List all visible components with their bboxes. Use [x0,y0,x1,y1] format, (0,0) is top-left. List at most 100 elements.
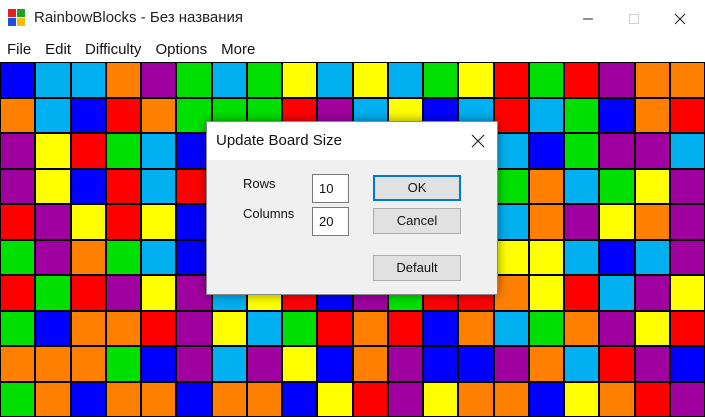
board-cell[interactable] [176,311,212,346]
board-cell[interactable] [71,275,106,311]
board-cell[interactable] [106,133,141,169]
board-cell[interactable] [35,98,71,133]
board-cell[interactable] [141,275,176,311]
ok-button[interactable]: OK [373,175,461,201]
board-cell[interactable] [670,346,705,382]
board-cell[interactable] [141,98,176,133]
board-cell[interactable] [423,311,458,346]
board-cell[interactable] [529,169,564,204]
board-cell[interactable] [599,204,635,240]
board-cell[interactable] [564,275,599,311]
board-cell[interactable] [388,62,423,98]
board-cell[interactable] [0,382,35,417]
board-cell[interactable] [282,346,317,382]
board-cell[interactable] [317,62,353,98]
board-cell[interactable] [635,62,670,98]
board-cell[interactable] [0,98,35,133]
board-cell[interactable] [71,346,106,382]
board-cell[interactable] [458,346,494,382]
board-cell[interactable] [35,169,71,204]
board-cell[interactable] [212,382,247,417]
board-cell[interactable] [141,133,176,169]
board-cell[interactable] [670,133,705,169]
board-cell[interactable] [494,275,529,311]
board-cell[interactable] [388,382,423,417]
board-cell[interactable] [494,62,529,98]
menu-edit[interactable]: Edit [38,37,78,62]
board-cell[interactable] [71,204,106,240]
board-cell[interactable] [564,133,599,169]
board-cell[interactable] [71,382,106,417]
board-cell[interactable] [423,382,458,417]
rainbow-blocks-app-icon[interactable] [8,9,26,27]
board-cell[interactable] [71,311,106,346]
board-cell[interactable] [635,169,670,204]
board-cell[interactable] [247,62,282,98]
board-cell[interactable] [635,275,670,311]
board-cell[interactable] [282,62,317,98]
board-cell[interactable] [564,169,599,204]
default-button[interactable]: Default [373,255,461,281]
board-cell[interactable] [599,98,635,133]
board-cell[interactable] [71,240,106,275]
board-cell[interactable] [599,62,635,98]
board-cell[interactable] [106,275,141,311]
board-cell[interactable] [0,346,35,382]
board-cell[interactable] [388,311,423,346]
menu-difficulty[interactable]: Difficulty [78,37,148,62]
board-cell[interactable] [106,311,141,346]
board-cell[interactable] [494,346,529,382]
board-cell[interactable] [458,311,494,346]
board-cell[interactable] [35,133,71,169]
board-cell[interactable] [212,346,247,382]
board-cell[interactable] [141,382,176,417]
rows-input[interactable]: 10 [312,174,349,203]
board-cell[interactable] [35,382,71,417]
board-cell[interactable] [529,382,564,417]
board-cell[interactable] [35,311,71,346]
board-cell[interactable] [564,62,599,98]
board-cell[interactable] [35,275,71,311]
board-cell[interactable] [212,311,247,346]
minimize-button[interactable] [565,0,611,37]
board-cell[interactable] [71,133,106,169]
board-cell[interactable] [106,204,141,240]
board-cell[interactable] [494,311,529,346]
board-cell[interactable] [423,346,458,382]
board-cell[interactable] [247,311,282,346]
board-cell[interactable] [564,311,599,346]
board-cell[interactable] [670,311,705,346]
board-cell[interactable] [635,346,670,382]
board-cell[interactable] [35,204,71,240]
board-cell[interactable] [423,62,458,98]
board-cell[interactable] [599,311,635,346]
board-cell[interactable] [0,133,35,169]
board-cell[interactable] [106,169,141,204]
board-cell[interactable] [494,204,529,240]
board-cell[interactable] [141,346,176,382]
board-cell[interactable] [317,346,353,382]
cancel-button[interactable]: Cancel [373,208,461,234]
board-cell[interactable] [176,346,212,382]
dialog-close-button[interactable] [463,126,493,156]
board-cell[interactable] [141,311,176,346]
board-cell[interactable] [353,346,388,382]
board-cell[interactable] [529,275,564,311]
board-cell[interactable] [0,275,35,311]
board-cell[interactable] [599,382,635,417]
board-cell[interactable] [106,98,141,133]
board-cell[interactable] [494,382,529,417]
board-cell[interactable] [106,346,141,382]
board-cell[interactable] [0,204,35,240]
board-cell[interactable] [176,382,212,417]
board-cell[interactable] [529,346,564,382]
board-cell[interactable] [71,169,106,204]
board-cell[interactable] [0,311,35,346]
board-cell[interactable] [529,62,564,98]
board-cell[interactable] [247,382,282,417]
board-cell[interactable] [529,204,564,240]
board-cell[interactable] [599,169,635,204]
board-cell[interactable] [458,62,494,98]
board-cell[interactable] [529,133,564,169]
board-cell[interactable] [564,382,599,417]
